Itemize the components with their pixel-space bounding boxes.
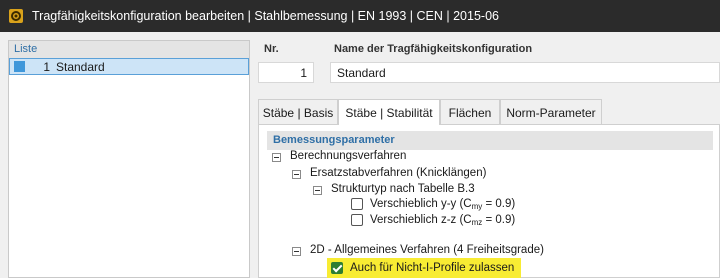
color-swatch-icon [14, 61, 25, 72]
collapse-icon[interactable] [292, 247, 301, 256]
tab-label: Stäbe | Stabilität [345, 106, 433, 120]
checkbox-nicht-i-profile[interactable] [331, 262, 343, 274]
tab-flaechen[interactable]: Flächen [440, 99, 500, 124]
section-header: Bemessungsparameter [267, 131, 713, 150]
configuration-app-icon [9, 9, 23, 23]
list-item-standard[interactable]: 1 Standard [9, 58, 249, 75]
title-bar: Tragfähigkeitskonfiguration bearbeiten |… [0, 0, 720, 32]
label-suffix: = 0.9) [482, 214, 516, 226]
label-subscript: mz [471, 218, 483, 227]
name-field[interactable]: Standard [330, 62, 720, 83]
tree-strukturtyp: Strukturtyp nach Tabelle B.3 [331, 183, 475, 195]
nr-field[interactable]: 1 [258, 62, 314, 83]
nr-value: 1 [300, 66, 307, 80]
name-label: Name der Tragfähigkeitskonfiguration [334, 43, 533, 55]
configuration-list-panel: Liste 1 Standard [8, 40, 250, 278]
collapse-icon[interactable] [292, 170, 301, 179]
tab-label: Stäbe | Basis [262, 106, 334, 120]
window-title: Tragfähigkeitskonfiguration bearbeiten |… [32, 9, 499, 23]
collapse-icon[interactable] [313, 186, 322, 195]
tab-strip: Stäbe | Basis Stäbe | Stabilität Flächen… [258, 99, 720, 125]
name-value: Standard [337, 66, 386, 80]
collapse-icon[interactable] [272, 153, 281, 162]
label-text: Verschieblich y-y (C [370, 198, 472, 210]
tab-norm-parameter[interactable]: Norm-Parameter [500, 99, 602, 124]
tab-staebe-basis[interactable]: Stäbe | Basis [258, 99, 338, 124]
tree-ersatzstabverfahren: Ersatzstabverfahren (Knicklängen) [310, 167, 487, 179]
label-verschieblich-yy: Verschieblich y-y (Cmy = 0.9) [370, 198, 515, 211]
nr-label: Nr. [264, 43, 279, 55]
label-nicht-i-profile: Auch für Nicht-I-Profile zulassen [350, 262, 515, 274]
label-verschieblich-zz: Verschieblich z-z (Cmz = 0.9) [370, 214, 515, 227]
label-subscript: my [471, 202, 483, 211]
nr-label-container: Nr. [258, 40, 316, 60]
tab-label: Flächen [448, 106, 492, 120]
list-header: Liste [9, 41, 249, 58]
checkbox-verschieblich-zz[interactable] [351, 214, 363, 226]
list-item-name: Standard [56, 60, 105, 74]
name-label-container: Name der Tragfähigkeitskonfiguration [328, 40, 720, 60]
tab-staebe-stabilitaet[interactable]: Stäbe | Stabilität [338, 99, 440, 125]
tree-berechnungsverfahren: Berechnungsverfahren [290, 150, 407, 162]
label-suffix: = 0.9) [482, 198, 516, 210]
tab-label: Norm-Parameter [506, 106, 596, 120]
checkbox-verschieblich-yy[interactable] [351, 198, 363, 210]
list-item-number: 1 [43, 60, 50, 74]
tree-2d-allgemeines-verfahren: 2D - Allgemeines Verfahren (4 Freiheitsg… [310, 244, 544, 256]
label-text: Verschieblich z-z (C [370, 214, 472, 226]
